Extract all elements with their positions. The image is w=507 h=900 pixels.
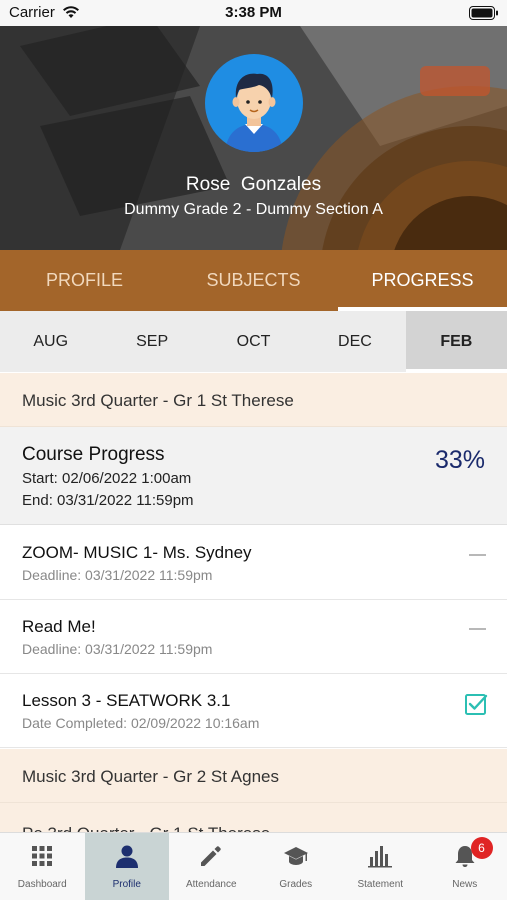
- month-tab-dec[interactable]: DEC: [304, 311, 405, 372]
- student-section: Dummy Grade 2 - Dummy Section A: [124, 201, 383, 218]
- month-tabs: AUG SEP OCT DEC FEB: [0, 311, 507, 372]
- course-progress-percent: 33%: [434, 446, 485, 474]
- task-deadline: Deadline: 03/31/2022 11:59pm: [22, 641, 213, 657]
- graduation-cap-icon: [283, 847, 308, 865]
- nav-label: News: [452, 879, 478, 890]
- list-item[interactable]: Lesson 3 - SEATWORK 3.1 Date Completed: …: [0, 674, 507, 748]
- course-start-date: Start: 02/06/2022 1:00am: [22, 470, 192, 487]
- person-icon: [115, 845, 138, 868]
- profile-header: Rose Gonzales Dummy Grade 2 - Dummy Sect…: [0, 26, 507, 250]
- pencil-icon: [201, 846, 221, 866]
- nav-grades[interactable]: Grades: [254, 833, 339, 900]
- tab-progress[interactable]: PROGRESS: [338, 250, 507, 311]
- task-deadline: Deadline: 03/31/2022 11:59pm: [22, 567, 213, 583]
- course-progress-card: Course Progress Start: 02/06/2022 1:00am…: [0, 427, 507, 525]
- nav-dashboard[interactable]: Dashboard: [0, 833, 85, 900]
- avatar: [205, 54, 303, 152]
- tab-profile[interactable]: PROFILE: [0, 250, 169, 311]
- month-tab-oct[interactable]: OCT: [203, 311, 304, 372]
- course-header[interactable]: Music 3rd Quarter - Gr 2 St Agnes: [0, 749, 507, 803]
- course-end-date: End: 03/31/2022 11:59pm: [22, 492, 194, 509]
- course-progress-title: Course Progress: [22, 444, 165, 465]
- month-tab-feb[interactable]: FEB: [405, 311, 507, 372]
- nav-label: Grades: [279, 879, 313, 890]
- tab-subjects[interactable]: SUBJECTS: [169, 250, 338, 311]
- bottom-nav: Dashboard Profile Attendance Grades Stat…: [0, 832, 507, 900]
- nav-label: Dashboard: [17, 879, 67, 890]
- main-tabs: PROFILE SUBJECTS PROGRESS: [0, 250, 507, 311]
- task-title: Lesson 3 - SEATWORK 3.1: [22, 691, 231, 710]
- course-header-label: Music 3rd Quarter - Gr 1 St Therese: [22, 391, 294, 410]
- task-completed-date: Date Completed: 02/09/2022 10:16am: [22, 715, 260, 731]
- course-header-label: Music 3rd Quarter - Gr 2 St Agnes: [22, 767, 279, 786]
- month-tab-aug[interactable]: AUG: [0, 311, 101, 372]
- pending-dash-icon: [469, 628, 486, 630]
- month-tab-sep[interactable]: SEP: [101, 311, 202, 372]
- task-title: ZOOM- MUSIC 1- Ms. Sydney: [22, 543, 252, 562]
- bar-chart-icon: [368, 846, 393, 868]
- list-item[interactable]: Read Me! Deadline: 03/31/2022 11:59pm: [0, 600, 507, 674]
- nav-profile[interactable]: Profile: [84, 833, 169, 900]
- pending-dash-icon: [469, 554, 486, 556]
- nav-statement[interactable]: Statement: [338, 833, 423, 900]
- list-item[interactable]: ZOOM- MUSIC 1- Ms. Sydney Deadline: 03/3…: [0, 526, 507, 600]
- student-avatar-icon: [225, 73, 283, 152]
- grid-icon: [32, 846, 53, 866]
- nav-label: Statement: [357, 879, 404, 890]
- clock: 3:38 PM: [225, 4, 282, 21]
- nav-label: Attendance: [185, 879, 237, 890]
- course-header[interactable]: Music 3rd Quarter - Gr 1 St Therese: [0, 373, 507, 427]
- notification-badge: 6: [470, 837, 493, 859]
- course-header[interactable]: Pe 3rd Quarter - Gr 1 St Therese: [0, 803, 507, 833]
- student-name: Rose Gonzales: [185, 174, 322, 195]
- checkbox-checked-icon: [465, 694, 488, 715]
- task-title: Read Me!: [22, 617, 96, 636]
- nav-attendance[interactable]: Attendance: [169, 833, 254, 900]
- nav-label: Profile: [112, 879, 141, 890]
- battery-icon: [469, 6, 498, 20]
- nav-news[interactable]: 6 News: [423, 833, 507, 900]
- status-bar: Carrier 3:38 PM: [0, 0, 507, 26]
